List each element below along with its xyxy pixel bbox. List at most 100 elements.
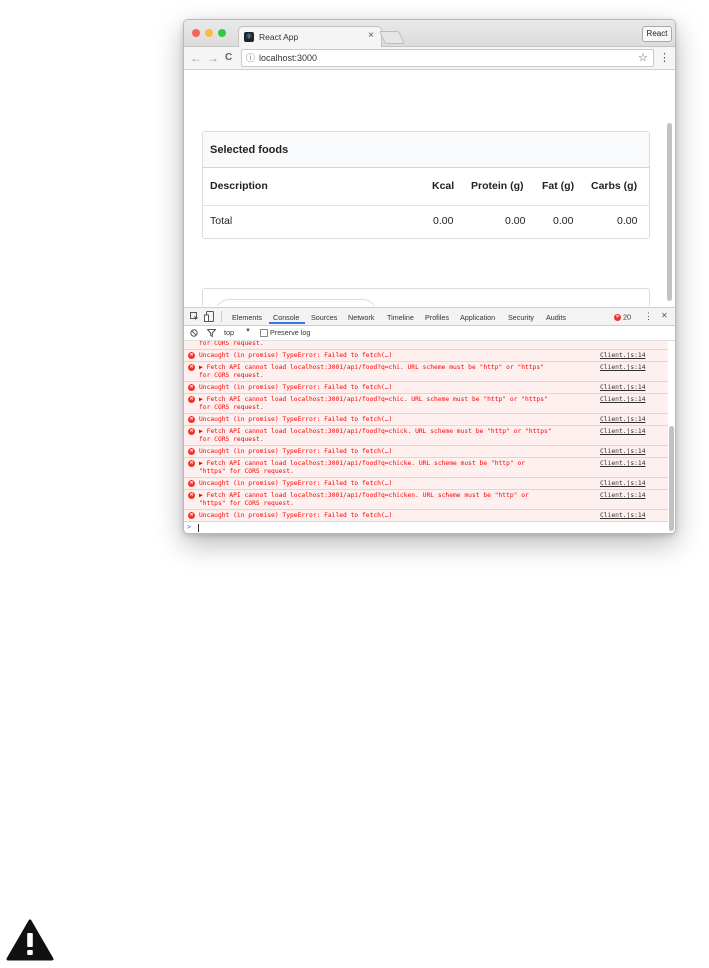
- active-tab-underline: [269, 322, 305, 324]
- address-bar[interactable]: ⓘ localhost:3000 ☆: [241, 49, 654, 67]
- preserve-log-checkbox[interactable]: [260, 329, 268, 337]
- console-message-text: Uncaught (in promise) TypeError: Failed …: [199, 416, 393, 423]
- devtools-panel: Elements Console Sources Network Timelin…: [184, 307, 675, 533]
- console-caret: [198, 524, 199, 532]
- tab-security[interactable]: Security: [508, 313, 534, 322]
- error-icon: ×: [614, 313, 621, 321]
- tab-application[interactable]: Application: [460, 313, 495, 322]
- page-scrollbar[interactable]: [667, 123, 672, 301]
- preserve-log-label: Preserve log: [270, 328, 311, 337]
- context-selector[interactable]: top: [224, 328, 234, 337]
- source-link[interactable]: Client.js:14: [600, 396, 646, 404]
- error-count-badge[interactable]: × 20: [614, 312, 631, 322]
- console-message-text: Uncaught (in promise) TypeError: Failed …: [199, 512, 393, 519]
- table-title: Selected foods: [210, 144, 289, 156]
- tab-title: React App: [259, 32, 299, 42]
- console-message: × Uncaught (in promise) TypeError: Failed…: [184, 510, 668, 522]
- console-scrollbar[interactable]: [669, 426, 674, 531]
- console-message: × ▶ Fetch API cannot load localhost:3001/…: [184, 426, 668, 446]
- tab-network[interactable]: Network: [348, 313, 374, 322]
- total-protein: 0.00: [505, 215, 526, 227]
- tab-timeline[interactable]: Timeline: [387, 313, 414, 322]
- browser-window: ⚛ React App × React ← → C ⓘ localhost:30…: [183, 19, 676, 534]
- console-filter-bar: top ▼ Preserve log: [184, 326, 675, 341]
- source-link[interactable]: Client.js:14: [600, 480, 646, 488]
- new-tab-button[interactable]: [378, 31, 406, 44]
- table-header: Selected foods: [203, 132, 649, 168]
- console-message-text: for CORS request.: [199, 341, 264, 347]
- tab-sources[interactable]: Sources: [311, 313, 337, 322]
- react-extension-button[interactable]: React: [642, 26, 672, 42]
- back-arrow-icon[interactable]: ←: [190, 50, 202, 66]
- console-message: × Uncaught (in promise) TypeError: Failed…: [184, 478, 668, 490]
- console-message: × Uncaught (in promise) TypeError: Failed…: [184, 414, 668, 426]
- devtools-tab-bar: Elements Console Sources Network Timelin…: [184, 308, 675, 326]
- minimize-window-button[interactable]: [205, 29, 213, 37]
- column-kcal: Kcal: [432, 180, 455, 192]
- console-message: × ▶ Fetch API cannot load localhost:3001/…: [184, 362, 668, 382]
- tab-elements[interactable]: Elements: [232, 313, 262, 322]
- column-carbs: Carbs (g): [591, 180, 638, 192]
- error-icon: ×: [188, 460, 195, 467]
- error-icon: ×: [188, 352, 195, 359]
- console-message-text: Uncaught (in promise) TypeError: Failed …: [199, 384, 393, 391]
- error-icon: ×: [188, 512, 195, 519]
- bookmark-star-icon[interactable]: ☆: [638, 50, 648, 66]
- title-bar: ⚛ React App × React: [184, 20, 675, 48]
- console-message-text: ▶ Fetch API cannot load localhost:3001/a…: [199, 396, 548, 411]
- source-link[interactable]: Client.js:14: [600, 512, 646, 520]
- error-icon: ×: [188, 480, 195, 487]
- source-link[interactable]: Client.js:14: [600, 364, 646, 372]
- error-icon: ×: [188, 492, 195, 499]
- tab-console[interactable]: Console: [273, 313, 299, 322]
- reload-icon[interactable]: C: [225, 50, 232, 66]
- source-link[interactable]: Client.js:14: [600, 460, 646, 468]
- row-divider: [203, 205, 649, 206]
- source-link[interactable]: Client.js:14: [600, 352, 646, 360]
- console-message-text: ▶ Fetch API cannot load localhost:3001/a…: [199, 460, 526, 475]
- forward-arrow-icon[interactable]: →: [207, 50, 219, 66]
- address-text: localhost:3000: [259, 53, 318, 63]
- console-prompt[interactable]: >: [187, 523, 387, 533]
- console-message: × ▶ Fetch API cannot load localhost:3001/…: [184, 458, 668, 478]
- console-message-text: ▶ Fetch API cannot load localhost:3001/a…: [199, 492, 529, 507]
- browser-menu-icon[interactable]: ⋮: [659, 50, 670, 66]
- source-link[interactable]: Client.js:14: [600, 492, 646, 500]
- source-link[interactable]: Client.js:14: [600, 416, 646, 424]
- error-icon: ×: [188, 416, 195, 423]
- food-search-input[interactable]: [215, 299, 377, 306]
- close-window-button[interactable]: [192, 29, 200, 37]
- tab-close-icon[interactable]: ×: [368, 30, 374, 41]
- source-link[interactable]: Client.js:14: [600, 384, 646, 392]
- clear-console-icon[interactable]: [190, 329, 198, 337]
- page-content: Selected foods Description Kcal Protein …: [184, 70, 675, 306]
- food-search-card: [202, 288, 650, 306]
- source-link[interactable]: Client.js:14: [600, 428, 646, 436]
- tab-audits[interactable]: Audits: [546, 313, 566, 322]
- total-label: Total: [210, 215, 233, 227]
- column-protein: Protein (g): [471, 180, 524, 192]
- device-icon[interactable]: [204, 311, 214, 322]
- console-message: × ▶ Fetch API cannot load localhost:3001/…: [184, 394, 668, 414]
- tab-react-app[interactable]: ⚛ React App ×: [238, 26, 382, 48]
- devtools-close-icon[interactable]: ✕: [661, 311, 668, 320]
- warning-icon: [6, 919, 54, 961]
- console-message-text: Uncaught (in promise) TypeError: Failed …: [199, 352, 393, 359]
- tab-profiles[interactable]: Profiles: [425, 313, 449, 322]
- console-message-text: ▶ Fetch API cannot load localhost:3001/a…: [199, 428, 552, 443]
- info-icon: ⓘ: [246, 53, 256, 63]
- browser-toolbar: ← → C ⓘ localhost:3000 ☆ ⋮: [184, 47, 675, 70]
- error-icon: ×: [188, 396, 195, 403]
- devtools-separator: [221, 311, 222, 322]
- maximize-window-button[interactable]: [218, 29, 226, 37]
- error-icon: ×: [188, 448, 195, 455]
- chevron-down-icon[interactable]: ▼: [245, 328, 251, 334]
- react-favicon: ⚛: [244, 32, 254, 42]
- total-kcal: 0.00: [433, 215, 454, 227]
- filter-icon[interactable]: [207, 329, 216, 337]
- error-icon: ×: [188, 384, 195, 391]
- selected-foods-table: Selected foods Description Kcal Protein …: [202, 131, 650, 239]
- inspect-icon[interactable]: [190, 312, 199, 321]
- source-link[interactable]: Client.js:14: [600, 448, 646, 456]
- devtools-menu-icon[interactable]: ⋮: [644, 311, 653, 322]
